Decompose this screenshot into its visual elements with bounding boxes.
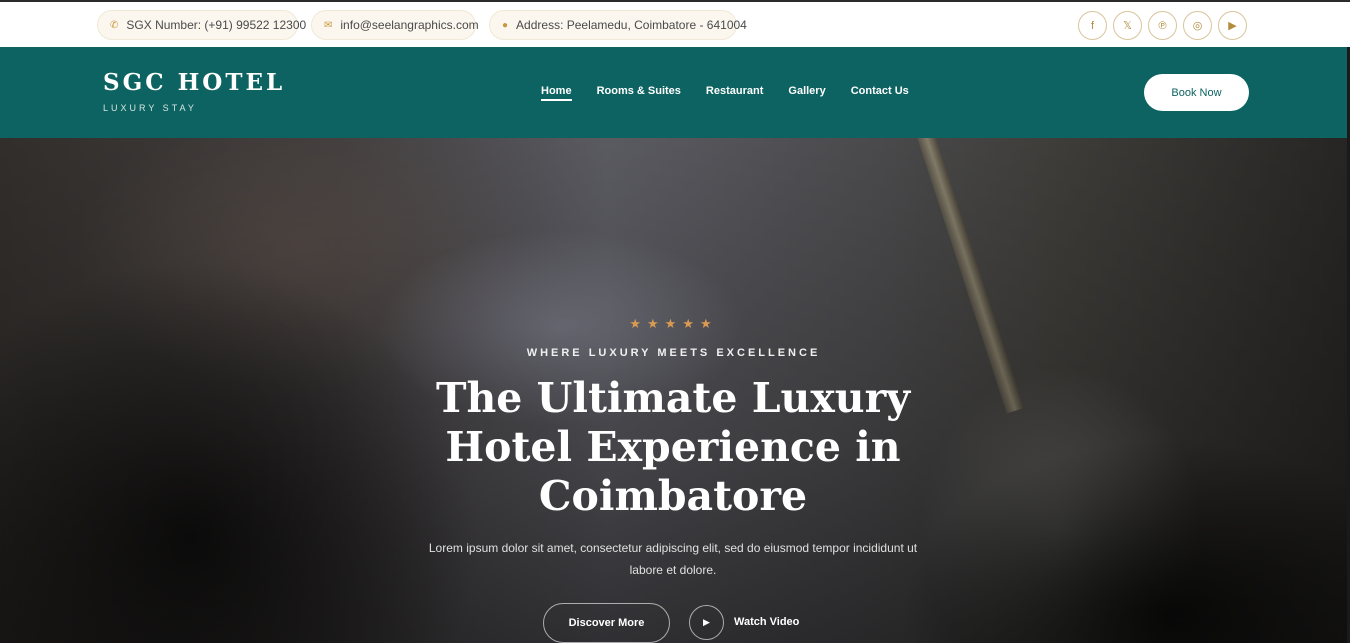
discover-more-button[interactable]: Discover More	[543, 603, 670, 643]
address-text: Address: Peelamedu, Coimbatore - 641004	[516, 18, 747, 32]
phone-icon: ✆	[110, 19, 119, 31]
phone-contact[interactable]: ✆ SGX Number: (+91) 99522 12300	[97, 10, 306, 40]
hero-kicker: WHERE LUXURY MEETS EXCELLENCE	[526, 347, 821, 359]
rating-stars-icon: ★★★★★	[629, 316, 718, 331]
brand-tagline: LUXURY STAY	[103, 103, 197, 113]
mail-icon: ✉	[324, 19, 333, 31]
youtube-icon[interactable]: ▶	[1218, 11, 1247, 40]
email-text: info@seelangraphics.com	[340, 18, 479, 32]
x-twitter-icon[interactable]: 𝕏	[1113, 11, 1142, 40]
hero-headline: The Ultimate Luxury Hotel Experience in …	[435, 374, 911, 520]
phone-text: SGX Number: (+91) 99522 12300	[126, 18, 307, 32]
primary-nav: Home Rooms & Suites Restaurant Gallery C…	[541, 85, 909, 101]
nav-restaurant[interactable]: Restaurant	[706, 85, 763, 101]
main-navbar: SGC HOTEL LUXURY STAY Home Rooms & Suite…	[0, 47, 1347, 138]
social-links: f 𝕏 ℗ ◎ ▶	[1078, 11, 1247, 40]
nav-rooms-suites[interactable]: Rooms & Suites	[597, 85, 681, 101]
watch-video-link[interactable]: Watch Video	[734, 616, 799, 628]
brand-logo[interactable]: SGC HOTEL LUXURY STAY	[103, 69, 285, 113]
nav-gallery[interactable]: Gallery	[788, 85, 825, 101]
facebook-icon[interactable]: f	[1078, 11, 1107, 40]
hero-description: Lorem ipsum dolor sit amet, consectetur …	[428, 541, 918, 577]
book-now-button[interactable]: Book Now	[1144, 74, 1249, 111]
pinterest-icon[interactable]: ℗	[1148, 11, 1177, 40]
top-info-bar: ✆ SGX Number: (+91) 99522 12300 ✉ info@s…	[0, 0, 1350, 47]
hero-section: ★★★★★ WHERE LUXURY MEETS EXCELLENCE The …	[0, 138, 1347, 643]
address-info: ● Address: Peelamedu, Coimbatore - 64100…	[489, 10, 747, 40]
play-video-icon[interactable]: ▶	[689, 605, 724, 640]
nav-contact-us[interactable]: Contact Us	[851, 85, 909, 101]
location-pin-icon: ●	[502, 19, 509, 31]
nav-home[interactable]: Home	[541, 85, 572, 101]
instagram-icon[interactable]: ◎	[1183, 11, 1212, 40]
email-contact[interactable]: ✉ info@seelangraphics.com	[311, 10, 479, 40]
brand-name: SGC HOTEL	[103, 69, 286, 96]
